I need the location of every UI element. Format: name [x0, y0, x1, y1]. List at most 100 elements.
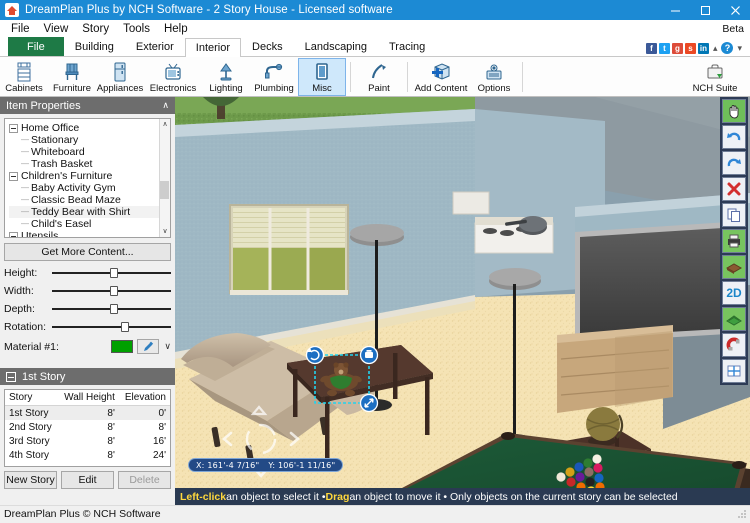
tree-item-trash-basket[interactable]: Trash Basket — [9, 158, 168, 170]
properties-scroll-down-icon[interactable]: ∨ — [164, 341, 171, 352]
tab-file[interactable]: File — [8, 37, 64, 56]
redo-icon[interactable] — [722, 151, 746, 175]
item-properties-header[interactable]: Item Properties ∧ — [0, 97, 175, 114]
rotation-slider[interactable] — [52, 322, 171, 332]
get-more-content-button[interactable]: Get More Content... — [4, 243, 171, 261]
ribbon-button-plumbing[interactable]: Plumbing — [250, 58, 298, 96]
tree-item-whiteboard[interactable]: Whiteboard — [9, 146, 168, 158]
story-table-header: Story Wall Height Elevation — [5, 390, 170, 406]
content-tree[interactable]: Home Office Stationary Whiteboard Trash … — [4, 118, 171, 238]
coordinate-readout: X: 161'-4 7/16" Y: 106'-1 11/16" — [188, 458, 343, 472]
table-row[interactable]: 2nd Story 8' 8' — [5, 420, 170, 434]
table-row[interactable]: 1st Story 8' 0' — [5, 406, 170, 421]
story-table[interactable]: Story Wall Height Elevation 1st Story 8'… — [4, 389, 171, 467]
3d-viewport[interactable]: X: 161'-4 7/16" Y: 106'-1 11/16" — [175, 97, 750, 505]
ribbon-button-misc[interactable]: Misc — [298, 58, 346, 96]
tree-group-home-office[interactable]: Home Office — [9, 122, 168, 134]
twitter-icon[interactable]: t — [659, 43, 670, 54]
floor-material-icon[interactable] — [722, 255, 746, 279]
tree-item-baby-activity-gym[interactable]: Baby Activity Gym — [9, 182, 168, 194]
tree-group-childrens-furniture[interactable]: Children's Furniture — [9, 170, 168, 182]
tab-decks[interactable]: Decks — [241, 37, 294, 56]
height-slider[interactable] — [52, 268, 171, 278]
tree-item-classic-bead-maze[interactable]: Classic Bead Maze — [9, 194, 168, 206]
expander-icon[interactable] — [9, 172, 18, 181]
menu-item-help[interactable]: Help — [157, 21, 195, 37]
tab-building[interactable]: Building — [64, 37, 125, 56]
item-properties-body: Home Office Stationary Whiteboard Trash … — [0, 114, 175, 358]
expander-icon[interactable] — [9, 232, 18, 239]
menu-item-file[interactable]: File — [4, 21, 37, 37]
scroll-up-icon[interactable]: ∧ — [160, 119, 170, 130]
tab-exterior[interactable]: Exterior — [125, 37, 185, 56]
tab-landscaping[interactable]: Landscaping — [294, 37, 378, 56]
tab-tracing[interactable]: Tracing — [378, 37, 436, 56]
stumbleupon-icon[interactable]: s — [685, 43, 696, 54]
ribbon-button-nch-suite[interactable]: NCH Suite — [686, 58, 744, 96]
width-slider[interactable] — [52, 286, 171, 296]
ribbon-button-options[interactable]: Options — [470, 58, 518, 96]
depth-slider[interactable] — [52, 304, 171, 314]
ribbon-button-cabinets[interactable]: Cabinets — [0, 58, 48, 96]
pan-hand-icon[interactable] — [722, 99, 746, 123]
ribbon-button-electronics[interactable]: Electronics — [144, 58, 202, 96]
ribbon-button-paint[interactable]: Paint — [355, 58, 403, 96]
slider-knob[interactable] — [121, 322, 129, 332]
2d-view-icon[interactable]: 2D — [722, 281, 746, 305]
material-color-swatch[interactable] — [111, 340, 133, 353]
magnet-snap-icon[interactable] — [722, 333, 746, 357]
googleplus-icon[interactable]: g — [672, 43, 683, 54]
maximize-button[interactable] — [690, 0, 720, 20]
copy-icon[interactable] — [722, 203, 746, 227]
tree-group-utensils[interactable]: Utensils — [9, 230, 168, 238]
resize-grip-icon[interactable] — [736, 508, 748, 520]
roof-icon[interactable] — [722, 307, 746, 331]
help-icon[interactable]: ? — [721, 42, 733, 54]
menu-item-tools[interactable]: Tools — [116, 21, 157, 37]
cell-story: 2nd Story — [5, 420, 58, 434]
tree-label: Utensils — [21, 230, 58, 238]
print-icon[interactable] — [722, 229, 746, 253]
chevron-up-icon[interactable]: ▴ — [711, 43, 720, 54]
scrollbar-thumb[interactable] — [160, 181, 169, 199]
slider-knob[interactable] — [110, 304, 118, 314]
delete-x-icon[interactable] — [722, 177, 746, 201]
facebook-icon[interactable]: f — [646, 43, 657, 54]
chevron-down-icon[interactable]: ▾ — [735, 43, 744, 54]
new-story-button[interactable]: New Story — [4, 471, 57, 489]
slider-knob[interactable] — [110, 268, 118, 278]
hint-text-1: an object to select it • — [226, 491, 325, 503]
table-row[interactable]: 4th Story 8' 24' — [5, 448, 170, 462]
tree-scrollbar[interactable]: ∧ ∨ — [159, 119, 170, 237]
delete-story-button[interactable]: Delete — [118, 471, 171, 489]
ribbon-button-appliances[interactable]: Appliances — [96, 58, 144, 96]
menu-item-view[interactable]: View — [37, 21, 76, 37]
status-bar: DreamPlan Plus © NCH Software — [0, 505, 750, 522]
column-elevation: Elevation — [119, 390, 170, 406]
minimize-button[interactable] — [660, 0, 690, 20]
ribbon-button-lighting[interactable]: Lighting — [202, 58, 250, 96]
table-row[interactable]: 3rd Story 8' 16' — [5, 434, 170, 448]
collapse-icon[interactable] — [6, 372, 16, 382]
tab-interior[interactable]: Interior — [185, 38, 241, 57]
undo-icon[interactable] — [722, 125, 746, 149]
scroll-down-icon[interactable]: ∨ — [160, 226, 170, 237]
eyedropper-icon[interactable] — [137, 339, 159, 354]
ribbon-button-add-content[interactable]: Add Content — [412, 58, 470, 96]
grid-icon[interactable] — [722, 359, 746, 383]
slider-knob[interactable] — [110, 286, 118, 296]
close-button[interactable] — [720, 0, 750, 20]
edit-story-button[interactable]: Edit — [61, 471, 114, 489]
tree-item-childs-easel[interactable]: Child's Easel — [9, 218, 168, 230]
panel-collapse-chevron-icon[interactable]: ∧ — [162, 100, 169, 111]
tree-item-teddy-bear-with-shirt[interactable]: Teddy Bear with Shirt — [9, 206, 168, 218]
expander-icon[interactable] — [9, 124, 18, 133]
tree-item-stationary[interactable]: Stationary — [9, 134, 168, 146]
linkedin-icon[interactable]: in — [698, 43, 709, 54]
ribbon-button-furniture[interactable]: Furniture — [48, 58, 96, 96]
menu-item-story[interactable]: Story — [75, 21, 116, 37]
hint-left-click: Left-click — [180, 491, 226, 503]
ribbon-label: Options — [478, 83, 511, 94]
cell-story: 3rd Story — [5, 434, 58, 448]
story-panel-header[interactable]: 1st Story — [0, 368, 175, 385]
